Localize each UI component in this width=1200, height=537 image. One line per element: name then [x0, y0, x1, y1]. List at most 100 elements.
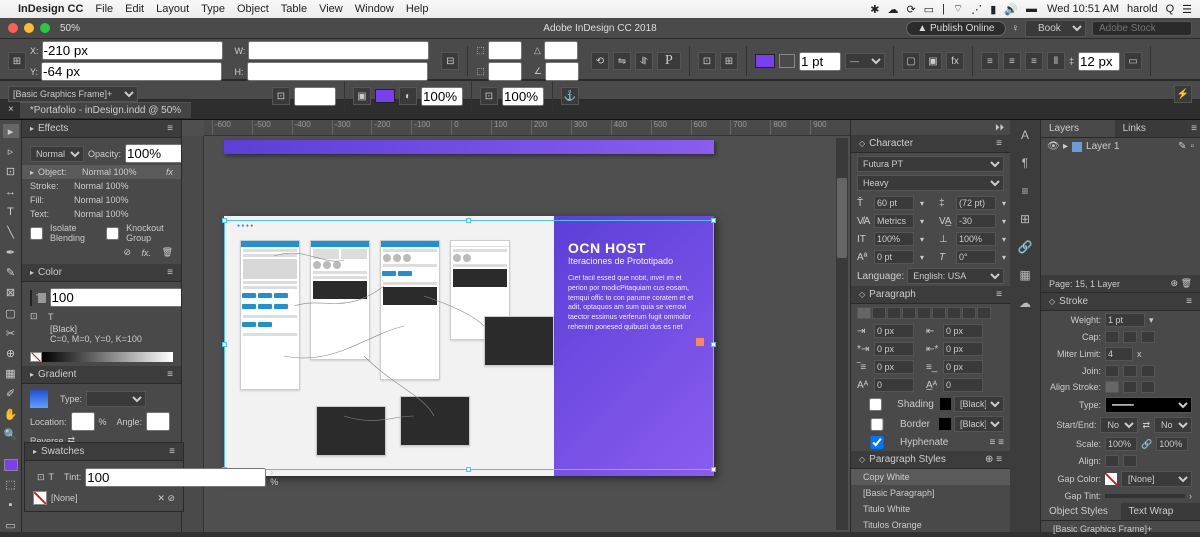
miter-limit[interactable]	[1105, 347, 1133, 361]
flag-icon[interactable]: ▬	[1026, 3, 1037, 15]
leading-field[interactable]	[956, 196, 996, 210]
pstyle-item[interactable]: Copy White	[851, 469, 1010, 485]
kerning-field[interactable]	[874, 214, 914, 228]
pstyle-item[interactable]: [Basic Paragraph]	[851, 485, 1010, 501]
minimize-window[interactable]	[24, 23, 34, 33]
textwrap-bound-icon[interactable]: ▣	[924, 52, 942, 70]
fill2-chip[interactable]	[375, 89, 395, 103]
join-miter[interactable]	[1105, 365, 1119, 377]
char-panel-icon[interactable]: A	[1016, 126, 1034, 144]
away-spine-btn[interactable]	[962, 307, 976, 319]
stroke-wt-field[interactable]	[1105, 313, 1145, 327]
rotate-ccw-icon[interactable]: ⟲	[591, 52, 609, 70]
scale-y[interactable]	[488, 62, 522, 81]
eyedropper-tool[interactable]: ✐	[3, 387, 19, 401]
default-fill-stroke[interactable]: ⬚	[3, 477, 19, 491]
pen-tool[interactable]: ✒	[3, 245, 19, 259]
justify-right-btn[interactable]	[932, 307, 946, 319]
gap-tool[interactable]: ↔	[3, 185, 19, 199]
pages-panel-icon[interactable]: ⊞	[1016, 210, 1034, 228]
doc-tab[interactable]: *Portafolio - inDesign.indd @ 50%	[20, 102, 191, 118]
align-right-icon[interactable]: ≡	[1025, 52, 1043, 70]
last-line-indent[interactable]	[943, 342, 983, 356]
para-align-icons[interactable]: ≡ ≡	[990, 437, 1004, 448]
arrow-align-1[interactable]	[1105, 455, 1119, 467]
h-field[interactable]	[247, 62, 428, 81]
align-outside[interactable]	[1141, 381, 1155, 393]
align-left-btn[interactable]	[857, 307, 871, 319]
select-content-icon[interactable]: ⊞	[720, 52, 738, 70]
type-tool[interactable]: T	[3, 205, 19, 219]
menu-file[interactable]: File	[95, 3, 113, 15]
menu-type[interactable]: Type	[201, 3, 225, 15]
font-weight-dd[interactable]: Heavy	[857, 175, 1004, 191]
knockout-group-cb[interactable]	[106, 227, 119, 240]
vertical-scrollbar[interactable]	[836, 138, 848, 530]
scissors-tool[interactable]: ✂	[3, 326, 19, 340]
skew-field[interactable]	[956, 250, 996, 264]
character-panel-header[interactable]: ◇Character≡	[851, 135, 1010, 153]
evernote-icon[interactable]: ✱	[870, 3, 879, 16]
menu-edit[interactable]: Edit	[125, 3, 144, 15]
hyphenate-cb[interactable]	[857, 436, 897, 449]
join-bevel[interactable]	[1141, 365, 1155, 377]
toward-spine-btn[interactable]	[977, 307, 991, 319]
textwrap-none-icon[interactable]: ▢	[902, 52, 920, 70]
color-ramp[interactable]	[42, 352, 173, 362]
visibility-icon[interactable]: 👁	[1047, 141, 1059, 152]
p-icon[interactable]: P	[657, 52, 681, 70]
scale-start[interactable]	[1105, 437, 1137, 451]
page-tool[interactable]: ⊡	[3, 164, 19, 178]
gradient-location[interactable]	[71, 412, 95, 431]
cap-square[interactable]	[1141, 331, 1155, 343]
free-transform-tool[interactable]: ⊕	[3, 346, 19, 360]
w-field[interactable]	[248, 41, 429, 60]
start-arrow-dd[interactable]: None	[1100, 417, 1138, 433]
shading-cb[interactable]	[857, 398, 894, 411]
select-container-icon[interactable]: ⊡	[698, 52, 716, 70]
border-color-dd[interactable]: [Black]	[954, 416, 1004, 432]
distribute-icon[interactable]: ⦀	[1047, 52, 1065, 70]
app-menu[interactable]: InDesign CC	[18, 3, 83, 15]
blend-mode-dd[interactable]: Normal	[30, 146, 84, 162]
justify-left-btn[interactable]	[902, 307, 916, 319]
font-family-dd[interactable]: Futura PT	[857, 156, 1004, 172]
swatches-panel-icon[interactable]: ▦	[1016, 266, 1034, 284]
left-indent[interactable]	[874, 324, 914, 338]
paragraph-styles-header[interactable]: ◇Paragraph Styles⊕ ≡	[851, 451, 1010, 469]
sync-icon[interactable]: ⟳	[906, 3, 915, 16]
language-dd[interactable]: English: USA	[907, 268, 1004, 284]
cap-butt[interactable]	[1105, 331, 1119, 343]
zoom-window[interactable]	[40, 23, 50, 33]
scale-x[interactable]	[488, 41, 522, 60]
fill-color-proxy[interactable]	[4, 459, 18, 472]
menu-layout[interactable]: Layout	[156, 3, 189, 15]
gradient-proxy[interactable]	[30, 390, 48, 408]
baseline-field[interactable]	[874, 250, 914, 264]
cap-round[interactable]	[1123, 331, 1137, 343]
align-left-icon[interactable]: ≡	[981, 52, 999, 70]
fit-frame-icon[interactable]: ⊡	[480, 87, 498, 105]
spread[interactable]: ● ● ● ● OCN HOST Iteraciones de Prototip…	[224, 216, 714, 476]
swatch-tint[interactable]	[85, 468, 266, 487]
stroke-weight-field[interactable]	[799, 52, 841, 71]
apply-color[interactable]: ▪	[3, 498, 19, 512]
vscale-field[interactable]	[874, 232, 914, 246]
justify-center-btn[interactable]	[917, 307, 931, 319]
align-center-icon[interactable]: ≡	[1003, 52, 1021, 70]
space-after[interactable]	[943, 360, 983, 374]
adobe-stock-search[interactable]	[1092, 21, 1192, 36]
direct-selection-tool[interactable]: ▹	[3, 144, 19, 158]
effects-icon[interactable]: fx	[946, 52, 964, 70]
workspace-dropdown[interactable]: Book	[1025, 20, 1086, 37]
clear-fx-icon[interactable]: ⊘	[123, 247, 131, 258]
border-cb[interactable]	[857, 418, 897, 431]
trash-icon[interactable]: 🗑	[162, 247, 173, 258]
pen-icon[interactable]: ✎	[1178, 141, 1186, 152]
zoom-tool[interactable]: 🔍	[3, 427, 19, 441]
color-fill-proxy[interactable]	[30, 290, 32, 306]
stroke-type-dd[interactable]: ━━━━	[1105, 397, 1192, 413]
links-tab[interactable]: Links	[1115, 120, 1189, 137]
isolate-blending-cb[interactable]	[30, 227, 43, 240]
menu-table[interactable]: Table	[281, 3, 307, 15]
